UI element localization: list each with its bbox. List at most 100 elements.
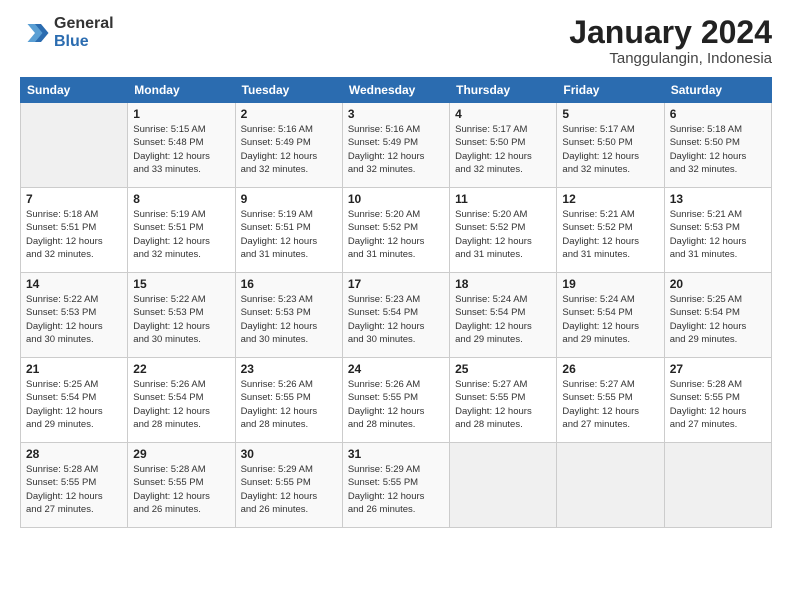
calendar-header-wednesday: Wednesday [342,78,449,103]
day-number: 17 [348,277,444,291]
calendar-cell: 6 Sunrise: 5:18 AMSunset: 5:50 PMDaylight… [664,103,771,188]
day-number: 14 [26,277,122,291]
calendar-cell: 21 Sunrise: 5:25 AMSunset: 5:54 PMDayligh… [21,358,128,443]
calendar-cell [21,103,128,188]
day-info: Sunrise: 5:25 AMSunset: 5:54 PMDaylight:… [26,378,122,431]
calendar-week-3: 14 Sunrise: 5:22 AMSunset: 5:53 PMDayligh… [21,273,772,358]
day-info: Sunrise: 5:27 AMSunset: 5:55 PMDaylight:… [455,378,551,431]
day-info: Sunrise: 5:15 AMSunset: 5:48 PMDaylight:… [133,123,229,176]
calendar-cell: 9 Sunrise: 5:19 AMSunset: 5:51 PMDaylight… [235,188,342,273]
day-info: Sunrise: 5:20 AMSunset: 5:52 PMDaylight:… [455,208,551,261]
calendar-week-4: 21 Sunrise: 5:25 AMSunset: 5:54 PMDayligh… [21,358,772,443]
day-info: Sunrise: 5:17 AMSunset: 5:50 PMDaylight:… [562,123,658,176]
calendar-cell: 8 Sunrise: 5:19 AMSunset: 5:51 PMDaylight… [128,188,235,273]
day-info: Sunrise: 5:26 AMSunset: 5:55 PMDaylight:… [348,378,444,431]
calendar-header-saturday: Saturday [664,78,771,103]
calendar-cell: 5 Sunrise: 5:17 AMSunset: 5:50 PMDaylight… [557,103,664,188]
day-number: 19 [562,277,658,291]
day-info: Sunrise: 5:18 AMSunset: 5:50 PMDaylight:… [670,123,766,176]
calendar-cell [450,443,557,528]
calendar-cell: 13Sunrise: 5:21 AMSunset: 5:53 PMDayligh… [664,188,771,273]
day-number: 8 [133,192,229,206]
calendar-cell: 23 Sunrise: 5:26 AMSunset: 5:55 PMDayligh… [235,358,342,443]
day-info: Sunrise: 5:29 AMSunset: 5:55 PMDaylight:… [241,463,337,516]
day-number: 3 [348,107,444,121]
day-number: 9 [241,192,337,206]
calendar-cell: 15 Sunrise: 5:22 AMSunset: 5:53 PMDayligh… [128,273,235,358]
main-title: January 2024 [569,15,772,50]
day-info: Sunrise: 5:26 AMSunset: 5:54 PMDaylight:… [133,378,229,431]
calendar-week-1: 1Sunrise: 5:15 AMSunset: 5:48 PMDaylight… [21,103,772,188]
day-number: 20 [670,277,766,291]
logo-text: General Blue [54,15,114,50]
subtitle: Tanggulangin, Indonesia [569,50,772,67]
day-info: Sunrise: 5:19 AMSunset: 5:51 PMDaylight:… [241,208,337,261]
day-number: 25 [455,362,551,376]
day-info: Sunrise: 5:16 AMSunset: 5:49 PMDaylight:… [348,123,444,176]
day-info: Sunrise: 5:21 AMSunset: 5:53 PMDaylight:… [670,208,766,261]
logo-icon [20,18,50,48]
day-info: Sunrise: 5:28 AMSunset: 5:55 PMDaylight:… [133,463,229,516]
calendar-cell: 11Sunrise: 5:20 AMSunset: 5:52 PMDayligh… [450,188,557,273]
day-info: Sunrise: 5:18 AMSunset: 5:51 PMDaylight:… [26,208,122,261]
calendar-cell: 10 Sunrise: 5:20 AMSunset: 5:52 PMDayligh… [342,188,449,273]
day-info: Sunrise: 5:21 AMSunset: 5:52 PMDaylight:… [562,208,658,261]
day-number: 27 [670,362,766,376]
calendar-cell: 7 Sunrise: 5:18 AMSunset: 5:51 PMDaylight… [21,188,128,273]
calendar-cell: 19 Sunrise: 5:24 AMSunset: 5:54 PMDayligh… [557,273,664,358]
calendar-cell: 30Sunrise: 5:29 AMSunset: 5:55 PMDayligh… [235,443,342,528]
calendar-table: SundayMondayTuesdayWednesdayThursdayFrid… [20,77,772,528]
day-number: 24 [348,362,444,376]
calendar-cell: 3 Sunrise: 5:16 AMSunset: 5:49 PMDaylight… [342,103,449,188]
day-number: 23 [241,362,337,376]
day-number: 21 [26,362,122,376]
day-info: Sunrise: 5:22 AMSunset: 5:53 PMDaylight:… [26,293,122,346]
calendar-week-5: 28 Sunrise: 5:28 AMSunset: 5:55 PMDayligh… [21,443,772,528]
calendar-cell: 16Sunrise: 5:23 AMSunset: 5:53 PMDayligh… [235,273,342,358]
calendar-cell: 28 Sunrise: 5:28 AMSunset: 5:55 PMDayligh… [21,443,128,528]
page: General Blue January 2024 Tanggulangin, … [0,0,792,612]
calendar-header-sunday: Sunday [21,78,128,103]
day-info: Sunrise: 5:28 AMSunset: 5:55 PMDaylight:… [670,378,766,431]
calendar-header-thursday: Thursday [450,78,557,103]
calendar-cell: 31 Sunrise: 5:29 AMSunset: 5:55 PMDayligh… [342,443,449,528]
day-info: Sunrise: 5:22 AMSunset: 5:53 PMDaylight:… [133,293,229,346]
day-info: Sunrise: 5:29 AMSunset: 5:55 PMDaylight:… [348,463,444,516]
day-info: Sunrise: 5:27 AMSunset: 5:55 PMDaylight:… [562,378,658,431]
day-number: 12 [562,192,658,206]
day-info: Sunrise: 5:28 AMSunset: 5:55 PMDaylight:… [26,463,122,516]
day-info: Sunrise: 5:20 AMSunset: 5:52 PMDaylight:… [348,208,444,261]
day-number: 5 [562,107,658,121]
calendar-header-friday: Friday [557,78,664,103]
day-number: 2 [241,107,337,121]
day-number: 10 [348,192,444,206]
calendar-week-2: 7 Sunrise: 5:18 AMSunset: 5:51 PMDaylight… [21,188,772,273]
day-number: 29 [133,447,229,461]
day-info: Sunrise: 5:23 AMSunset: 5:54 PMDaylight:… [348,293,444,346]
day-info: Sunrise: 5:24 AMSunset: 5:54 PMDaylight:… [455,293,551,346]
calendar-cell: 2 Sunrise: 5:16 AMSunset: 5:49 PMDaylight… [235,103,342,188]
day-number: 31 [348,447,444,461]
day-number: 7 [26,192,122,206]
day-number: 15 [133,277,229,291]
calendar-cell: 25 Sunrise: 5:27 AMSunset: 5:55 PMDayligh… [450,358,557,443]
logo-general-text: General [54,15,114,33]
day-info: Sunrise: 5:26 AMSunset: 5:55 PMDaylight:… [241,378,337,431]
logo: General Blue [20,15,114,50]
day-info: Sunrise: 5:16 AMSunset: 5:49 PMDaylight:… [241,123,337,176]
day-number: 4 [455,107,551,121]
calendar-header-monday: Monday [128,78,235,103]
day-info: Sunrise: 5:23 AMSunset: 5:53 PMDaylight:… [241,293,337,346]
calendar-header-tuesday: Tuesday [235,78,342,103]
day-number: 28 [26,447,122,461]
calendar-cell: 4 Sunrise: 5:17 AMSunset: 5:50 PMDaylight… [450,103,557,188]
calendar-cell: 14 Sunrise: 5:22 AMSunset: 5:53 PMDayligh… [21,273,128,358]
calendar-cell: 17 Sunrise: 5:23 AMSunset: 5:54 PMDayligh… [342,273,449,358]
day-info: Sunrise: 5:19 AMSunset: 5:51 PMDaylight:… [133,208,229,261]
title-block: January 2024 Tanggulangin, Indonesia [569,15,772,67]
calendar-cell: 18Sunrise: 5:24 AMSunset: 5:54 PMDayligh… [450,273,557,358]
day-number: 6 [670,107,766,121]
day-info: Sunrise: 5:24 AMSunset: 5:54 PMDaylight:… [562,293,658,346]
calendar-cell [664,443,771,528]
day-info: Sunrise: 5:17 AMSunset: 5:50 PMDaylight:… [455,123,551,176]
